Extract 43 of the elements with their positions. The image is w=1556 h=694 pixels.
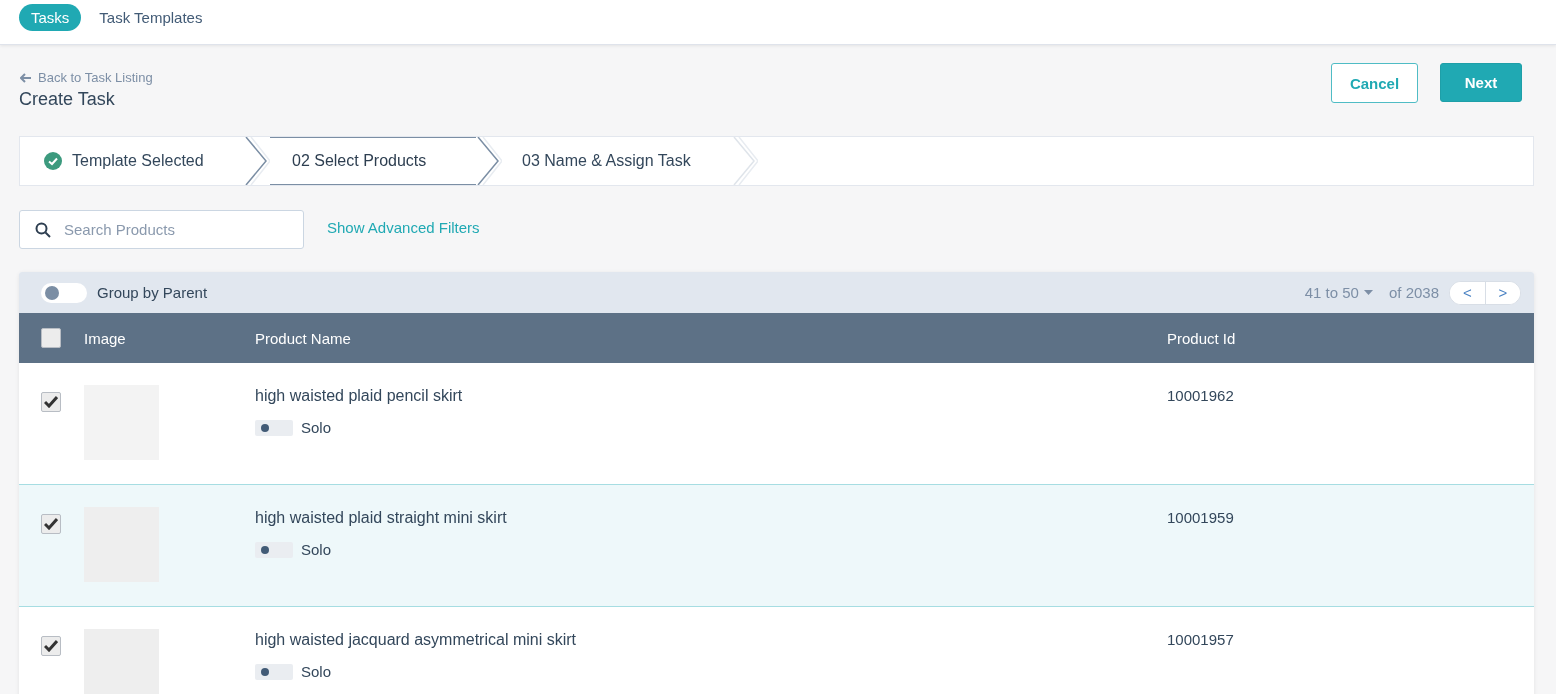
check-icon [44, 396, 58, 408]
product-name: high waisted jacquard asymmetrical mini skirt [255, 631, 577, 649]
table-row[interactable]: high waisted plaid pencil skirt Solo 10001962 [19, 363, 1534, 485]
column-header: Product Id [1167, 329, 1237, 347]
variant-label: Solo [301, 541, 332, 558]
row-checkbox[interactable] [41, 392, 61, 412]
table-row[interactable]: high waisted plaid straight mini skirt Solo 10001959 [19, 485, 1534, 607]
page-title: Create Task [19, 89, 116, 110]
toggle-switch[interactable] [41, 282, 87, 303]
back-link[interactable]: Back to Task Listing [20, 70, 153, 85]
check-icon [44, 518, 58, 530]
check-circle-icon [44, 152, 62, 170]
next-page-button[interactable]: > [1485, 281, 1520, 304]
table-row[interactable]: high waisted jacquard asymmetrical mini skirt Solo 10001957 [19, 607, 1534, 694]
variant-label: Solo [301, 419, 332, 436]
range-dropdown[interactable]: 41 to 50 [1304, 284, 1373, 301]
step-tab[interactable]: 02 Select Products [270, 137, 476, 185]
product-id: 10001962 [1167, 386, 1235, 404]
column-header: Product Name [255, 329, 352, 347]
search-field[interactable]: Search Products [19, 210, 304, 249]
product-name: high waisted plaid pencil skirt [255, 387, 464, 405]
mini-toggle[interactable] [255, 541, 293, 558]
next-button[interactable]: Next [1440, 63, 1522, 102]
advanced-filters-link[interactable]: Show Advanced Filters [327, 218, 480, 236]
page-total: of 2038 [1388, 284, 1439, 301]
search-icon [35, 222, 51, 238]
row-checkbox[interactable] [41, 636, 61, 656]
product-id: 10001959 [1167, 508, 1235, 526]
product-name: high waisted plaid straight mini skirt [255, 509, 508, 527]
check-icon [44, 640, 58, 652]
select-all-checkbox[interactable] [41, 328, 61, 348]
caret-icon [1363, 290, 1373, 295]
row-checkbox[interactable] [41, 514, 61, 534]
variant-label: Solo [301, 663, 332, 680]
nav-tab[interactable]: Task Templates [87, 4, 215, 31]
nav-tab[interactable]: Tasks [19, 4, 82, 31]
cancel-button[interactable]: Cancel [1331, 63, 1418, 103]
arrow-left-icon [20, 72, 32, 83]
product-id: 10001957 [1167, 630, 1235, 648]
toggle-label: Group by Parent [97, 284, 208, 301]
column-header: Image [84, 329, 127, 347]
mini-toggle[interactable] [255, 663, 293, 680]
mini-toggle[interactable] [255, 419, 293, 436]
